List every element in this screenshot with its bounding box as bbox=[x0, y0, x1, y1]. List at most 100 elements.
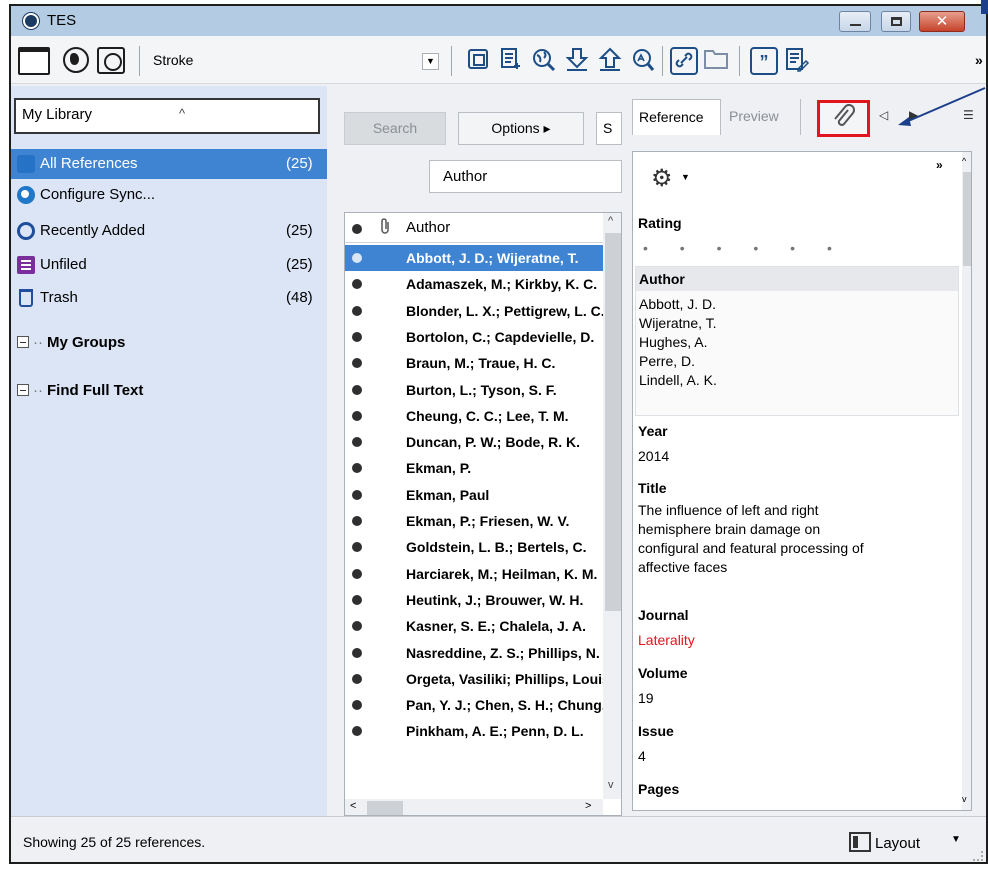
tab-reference[interactable]: Reference bbox=[632, 99, 721, 135]
group-find-full-text[interactable]: ·· Find Full Text bbox=[17, 382, 143, 399]
author-entry: Lindell, A. K. bbox=[639, 372, 717, 388]
table-row[interactable]: Orgeta, Vasiliki; Phillips, Louise H. bbox=[345, 666, 603, 692]
table-row[interactable]: Ekman, P.; Friesen, W. V. bbox=[345, 508, 603, 534]
library-item-recently-added[interactable]: Recently Added (25) bbox=[11, 216, 327, 246]
list-vertical-scrollbar[interactable]: ^ v bbox=[603, 213, 621, 799]
output-style-select[interactable]: Stroke bbox=[153, 52, 193, 68]
copy-reference-icon[interactable] bbox=[464, 47, 492, 75]
format-paper-icon[interactable] bbox=[783, 47, 811, 75]
recently-added-icon bbox=[17, 222, 35, 240]
scroll-thumb[interactable] bbox=[367, 801, 403, 815]
table-row[interactable]: Nasreddine, Z. S.; Phillips, N. A. bbox=[345, 640, 603, 666]
integrated-library-mode-icon[interactable] bbox=[97, 47, 125, 74]
local-library-mode-icon[interactable] bbox=[18, 47, 50, 75]
scroll-down-icon[interactable]: v bbox=[962, 794, 967, 804]
table-row[interactable]: Burton, L.; Tyson, S. F. bbox=[345, 377, 603, 403]
table-row[interactable]: Bortolon, C.; Capdevielle, D. bbox=[345, 324, 603, 350]
minimize-button[interactable] bbox=[839, 11, 871, 32]
title-value[interactable]: The influence of left and right hemisphe… bbox=[638, 501, 864, 577]
read-status-icon bbox=[352, 673, 362, 684]
toolbar-overflow-icon[interactable]: » bbox=[975, 52, 983, 68]
table-row[interactable]: Adamaszek, M.; Kirkby, K. C. bbox=[345, 271, 603, 297]
gear-icon[interactable]: ⚙ bbox=[651, 164, 673, 193]
search-button[interactable]: Search bbox=[344, 112, 446, 145]
library-item-count: (25) bbox=[286, 155, 313, 172]
next-tab-icon[interactable]: ▶ bbox=[909, 108, 918, 122]
library-item-all-references[interactable]: All References (25) bbox=[11, 149, 327, 179]
previous-tab-icon[interactable]: ◁ bbox=[879, 108, 888, 122]
table-row[interactable]: Duncan, P. W.; Bode, R. K. bbox=[345, 429, 603, 455]
volume-value[interactable]: 19 bbox=[638, 689, 654, 707]
maximize-button[interactable] bbox=[881, 11, 911, 32]
fields-overflow-icon[interactable]: » bbox=[936, 158, 943, 172]
layout-button[interactable]: Layout bbox=[849, 828, 941, 856]
tab-attachments[interactable] bbox=[817, 100, 870, 137]
search-partial-button[interactable]: S bbox=[596, 112, 622, 145]
scroll-up-icon[interactable]: ^ bbox=[962, 156, 966, 166]
issue-value[interactable]: 4 bbox=[638, 747, 646, 765]
author-column-header[interactable]: Author bbox=[406, 219, 450, 236]
table-row[interactable]: Cheung, C. C.; Lee, T. M. bbox=[345, 403, 603, 429]
table-row[interactable]: Heutink, J.; Brouwer, W. H. bbox=[345, 587, 603, 613]
table-row[interactable]: Kasner, S. E.; Chalela, J. A. bbox=[345, 613, 603, 639]
table-row[interactable]: Pinkham, A. E.; Penn, D. L. bbox=[345, 718, 603, 744]
library-selector[interactable]: My Library ^ bbox=[14, 98, 320, 134]
online-search-icon[interactable] bbox=[530, 47, 558, 75]
layout-label: Layout bbox=[875, 835, 921, 852]
collapse-toggle-icon[interactable] bbox=[17, 336, 29, 348]
table-row[interactable]: Ekman, Paul bbox=[345, 482, 603, 508]
group-my-groups[interactable]: ·· My Groups bbox=[17, 334, 125, 351]
style-dropdown-arrow-icon[interactable]: ▼ bbox=[422, 53, 439, 70]
export-icon[interactable] bbox=[596, 47, 624, 75]
gear-dropdown-icon[interactable]: ▼ bbox=[681, 172, 690, 182]
options-button[interactable]: Options ▸ bbox=[458, 112, 584, 145]
scroll-thumb[interactable] bbox=[963, 172, 971, 266]
title-bar[interactable]: TES ✕ bbox=[11, 6, 986, 36]
attachment-column-icon[interactable] bbox=[378, 218, 392, 240]
table-row[interactable]: Harciarek, M.; Heilman, K. M. bbox=[345, 561, 603, 587]
new-reference-icon[interactable] bbox=[497, 47, 525, 75]
table-row[interactable]: Pan, Y. J.; Chen, S. H.; Chung, M. S. bbox=[345, 692, 603, 718]
scroll-thumb[interactable] bbox=[605, 233, 621, 611]
table-row[interactable]: Abbott, J. D.; Wijeratne, T. bbox=[345, 245, 603, 271]
library-item-trash[interactable]: Trash (48) bbox=[11, 283, 327, 313]
read-status-icon bbox=[352, 726, 362, 737]
table-row[interactable]: Blonder, L. X.; Pettigrew, L. C. bbox=[345, 298, 603, 324]
scroll-left-icon[interactable]: < bbox=[350, 800, 356, 812]
library-item-configure-sync[interactable]: Configure Sync... bbox=[11, 180, 327, 210]
tab-preview[interactable]: Preview bbox=[723, 99, 801, 135]
panel-menu-icon[interactable]: ☰ bbox=[963, 108, 974, 122]
table-row[interactable]: Braun, M.; Traue, H. C. bbox=[345, 350, 603, 376]
collapse-caret-icon[interactable]: ^ bbox=[179, 106, 185, 121]
close-button[interactable]: ✕ bbox=[919, 11, 965, 32]
read-status-column-icon[interactable] bbox=[352, 224, 362, 234]
author-field[interactable]: Author Abbott, J. D. Wijeratne, T. Hughe… bbox=[635, 266, 959, 416]
read-status-icon bbox=[352, 516, 362, 526]
rating-stars[interactable]: • • • • • • bbox=[643, 240, 846, 256]
online-search-mode-icon[interactable] bbox=[63, 47, 89, 73]
resize-grip-icon[interactable] bbox=[973, 851, 983, 861]
tree-connector: ·· bbox=[33, 334, 43, 351]
scroll-down-icon[interactable]: v bbox=[608, 779, 614, 791]
insert-citation-icon[interactable]: ” bbox=[750, 47, 778, 75]
search-field-select[interactable]: Author bbox=[429, 160, 622, 193]
journal-value[interactable]: Laterality bbox=[638, 631, 695, 649]
main-toolbar: Stroke ▼ ” » bbox=[11, 36, 986, 84]
group-label: Find Full Text bbox=[47, 382, 144, 399]
open-link-icon[interactable] bbox=[670, 47, 698, 75]
find-full-text-icon[interactable] bbox=[629, 47, 657, 75]
collapse-toggle-icon[interactable] bbox=[17, 384, 29, 396]
author-list[interactable]: Abbott, J. D. Wijeratne, T. Hughes, A. P… bbox=[639, 295, 717, 390]
fields-vertical-scrollbar[interactable]: ^ v bbox=[962, 152, 971, 810]
unfiled-icon bbox=[17, 256, 35, 274]
list-horizontal-scrollbar[interactable]: < > bbox=[345, 799, 603, 815]
table-row[interactable]: Ekman, P. bbox=[345, 455, 603, 481]
scroll-up-icon[interactable]: ^ bbox=[608, 215, 613, 227]
import-icon[interactable] bbox=[563, 47, 591, 75]
library-item-unfiled[interactable]: Unfiled (25) bbox=[11, 250, 327, 280]
open-file-icon[interactable] bbox=[703, 47, 731, 75]
scroll-right-icon[interactable]: > bbox=[585, 800, 591, 812]
year-value[interactable]: 2014 bbox=[638, 447, 669, 465]
table-row[interactable]: Goldstein, L. B.; Bertels, C. bbox=[345, 534, 603, 560]
layout-dropdown-icon[interactable]: ▼ bbox=[951, 834, 961, 845]
